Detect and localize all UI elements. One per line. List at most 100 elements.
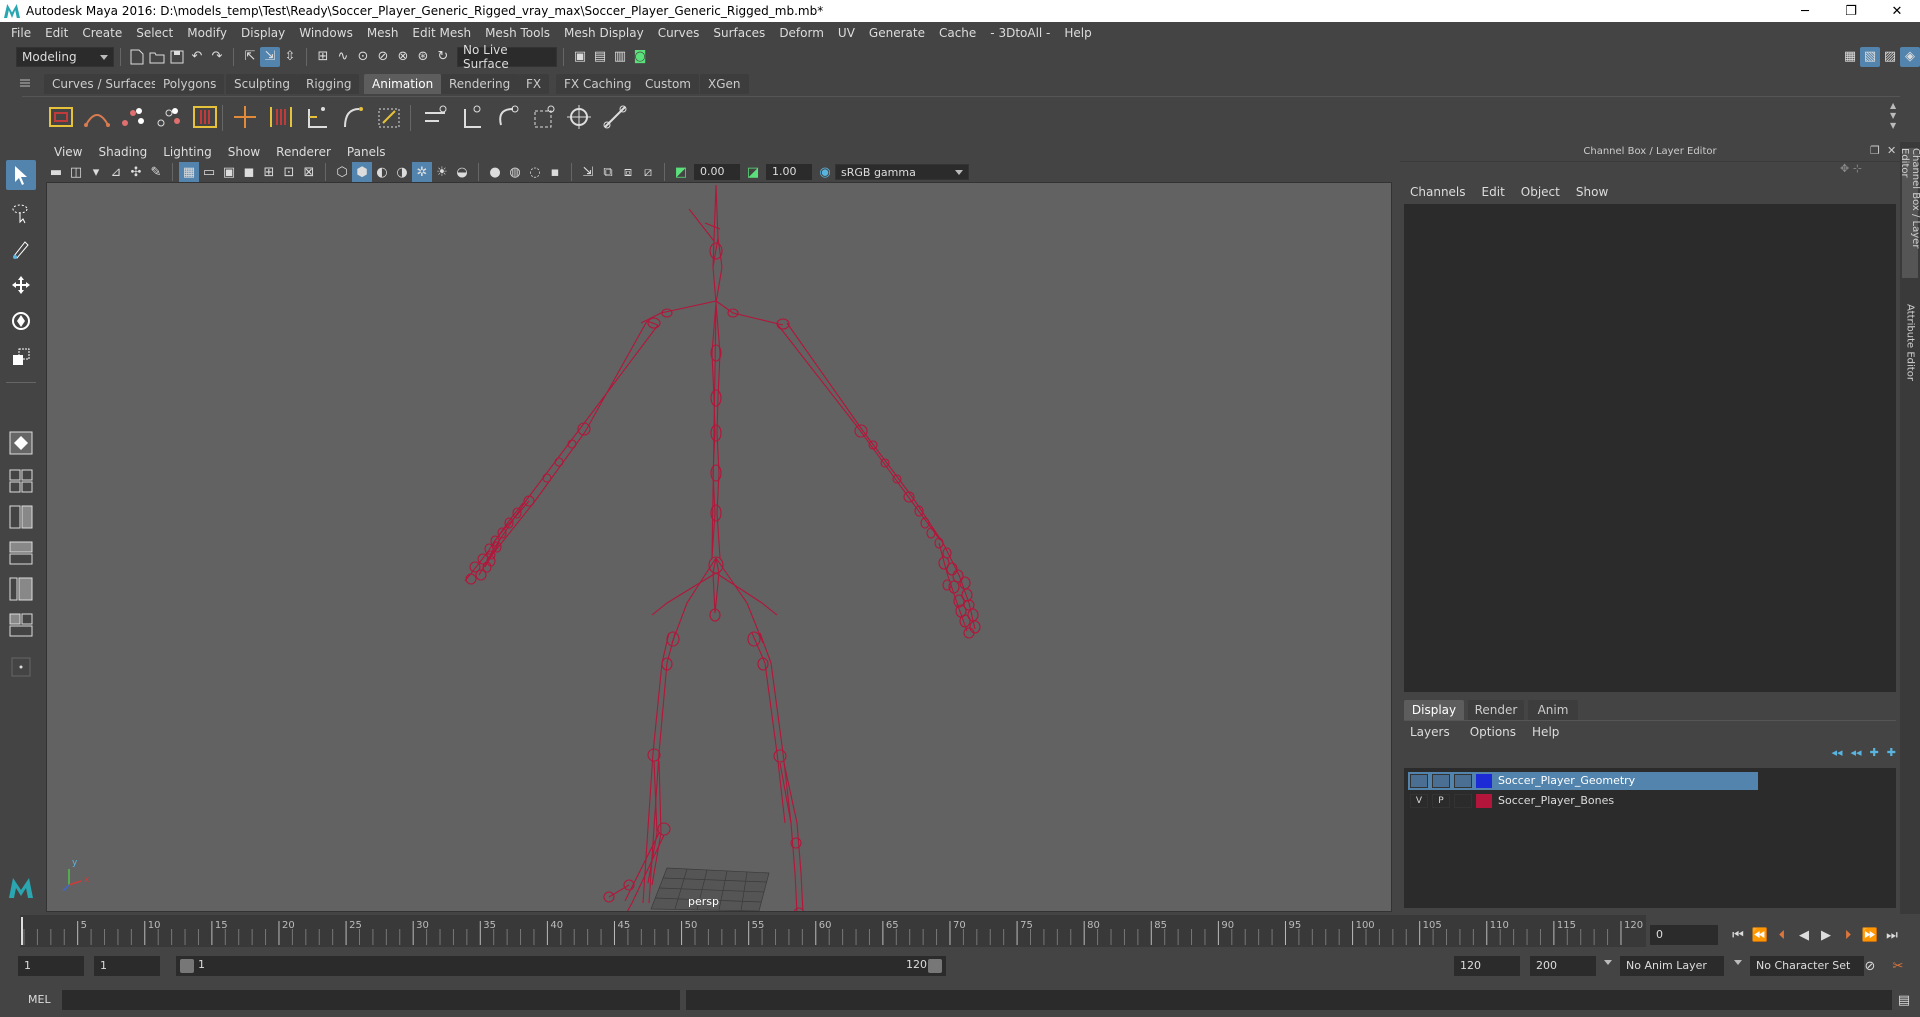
two-d-pan-zoom-icon[interactable]: ✣ xyxy=(126,162,146,182)
menu-display[interactable]: Display xyxy=(234,26,292,40)
viewport-menu-panels[interactable]: Panels xyxy=(339,145,394,159)
color-management-icon[interactable]: ◉ xyxy=(815,162,835,182)
anim-layer-dropdown[interactable]: No Anim Layer xyxy=(1620,956,1724,976)
orient-constraint-icon[interactable] xyxy=(492,102,522,132)
float-panel-icon[interactable]: ❐ xyxy=(1870,144,1880,157)
lasso-tool-icon[interactable] xyxy=(6,198,36,228)
move-layer-down-icon[interactable]: ◂◂ xyxy=(1851,746,1862,764)
range-end-handle[interactable] xyxy=(928,959,942,973)
new-layer-from-selection-icon[interactable]: ✚ xyxy=(1887,746,1896,764)
move-layer-up-icon[interactable]: ◂◂ xyxy=(1831,746,1842,764)
channel-box-menu-edit[interactable]: Edit xyxy=(1474,185,1513,199)
new-empty-layer-icon[interactable]: ✚ xyxy=(1870,746,1879,764)
three-pane-layout-icon[interactable] xyxy=(6,574,36,604)
gamma-icon[interactable]: ◪ xyxy=(743,162,763,182)
history-icon[interactable]: ↻ xyxy=(433,47,453,67)
time-slider[interactable]: 5 10 15 20 25 30 35 40 45 50 55 60 65 70 75 80 85 90 95 100… xyxy=(20,915,1646,947)
tab-fx[interactable]: FX xyxy=(518,74,550,94)
save-scene-icon[interactable] xyxy=(167,47,187,67)
tab-sculpting[interactable]: Sculpting xyxy=(226,74,299,94)
playback-end-field[interactable]: 120 xyxy=(1454,956,1520,976)
tab-fx-caching[interactable]: FX Caching xyxy=(556,74,640,94)
menu-mesh-display[interactable]: Mesh Display xyxy=(557,26,651,40)
layer-visibility-toggle[interactable]: V xyxy=(1410,794,1428,808)
select-by-object-icon[interactable]: ⇲ xyxy=(260,46,280,67)
snap-surface-icon[interactable]: ⊗ xyxy=(393,47,413,67)
grease-pencil-icon[interactable]: ✎ xyxy=(146,162,166,182)
skeleton-rig[interactable] xyxy=(47,183,1392,912)
step-forward-frame-icon[interactable]: ⏵ xyxy=(1838,925,1858,945)
tab-curves-surfaces[interactable]: Curves / Surfaces xyxy=(44,74,166,94)
layer-color-swatch[interactable] xyxy=(1476,774,1492,788)
menu-file[interactable]: File xyxy=(4,26,38,40)
animation-end-field[interactable]: 200 xyxy=(1530,956,1596,976)
layer-tab-display[interactable]: Display xyxy=(1404,700,1464,720)
side-tab-channel-box[interactable]: Channel Box / Layer Editor xyxy=(1899,148,1920,278)
snap-grid-icon[interactable]: ⊞ xyxy=(313,47,333,67)
paint-select-tool-icon[interactable] xyxy=(6,234,36,264)
layer-name[interactable]: Soccer_Player_Geometry xyxy=(1498,774,1635,787)
step-back-frame-icon[interactable]: ⏴ xyxy=(1772,925,1792,945)
render-frame-icon[interactable]: ▤ xyxy=(590,47,610,67)
channel-box-menu-show[interactable]: Show xyxy=(1568,185,1616,199)
layer-playback-toggle[interactable]: P xyxy=(1432,794,1450,808)
paint-weights-icon[interactable] xyxy=(338,102,368,132)
color-space-dropdown[interactable]: sRGB gamma xyxy=(835,164,969,180)
menu-cache[interactable]: Cache xyxy=(932,26,983,40)
perspective-viewport[interactable]: y x persp xyxy=(46,182,1392,912)
channel-box-tools-icons[interactable]: ✥ ⊹ xyxy=(1840,162,1890,180)
chevron-down-icon[interactable] xyxy=(1604,960,1612,965)
menu-3dtoall[interactable]: - 3DtoAll - xyxy=(983,26,1057,40)
menu-set-dropdown[interactable]: Modeling xyxy=(16,46,114,67)
snap-point-icon[interactable]: ⊙ xyxy=(353,47,373,67)
ambient-occlusion-icon[interactable]: ● xyxy=(485,162,505,182)
menu-surfaces[interactable]: Surfaces xyxy=(706,26,772,40)
xray-joints-icon[interactable]: ✲ xyxy=(412,162,432,182)
layer-row[interactable]: Soccer_Player_Geometry xyxy=(1408,772,1758,790)
scale-constraint-icon[interactable] xyxy=(528,102,558,132)
aim-constraint-icon[interactable] xyxy=(564,102,594,132)
select-by-hierarchy-icon[interactable]: ⇱ xyxy=(240,47,260,67)
backface-culling-icon[interactable]: ⧄ xyxy=(638,162,658,182)
safe-action-icon[interactable]: ⊡ xyxy=(279,162,299,182)
depth-of-field-icon[interactable]: ▪ xyxy=(545,162,565,182)
bind-skin-icon[interactable] xyxy=(302,102,332,132)
hypershade-icon[interactable]: ◙ xyxy=(630,47,650,67)
command-input[interactable] xyxy=(62,990,680,1010)
play-forward-icon[interactable]: ▶ xyxy=(1816,925,1836,945)
constraint-icon[interactable] xyxy=(374,102,404,132)
menu-curves[interactable]: Curves xyxy=(651,26,707,40)
gate-mask-icon[interactable]: ◼ xyxy=(239,162,259,182)
menu-edit-mesh[interactable]: Edit Mesh xyxy=(405,26,478,40)
two-pane-stacked-layout-icon[interactable] xyxy=(6,538,36,568)
scale-tool-icon[interactable] xyxy=(6,342,36,372)
menu-select[interactable]: Select xyxy=(129,26,180,40)
select-by-component-icon[interactable]: ⇳ xyxy=(280,47,300,67)
use-all-lights-icon[interactable]: ☀ xyxy=(432,162,452,182)
new-scene-icon[interactable] xyxy=(127,47,147,67)
layer-menu-help[interactable]: Help xyxy=(1526,725,1565,739)
playback-start-field[interactable]: 1 xyxy=(94,956,160,976)
layer-menu-options[interactable]: Options xyxy=(1460,725,1526,739)
close-button[interactable]: ✕ xyxy=(1874,0,1920,22)
layer-visibility-toggle[interactable] xyxy=(1410,774,1428,788)
menu-help[interactable]: Help xyxy=(1057,26,1098,40)
safe-title-icon[interactable]: ⊠ xyxy=(299,162,319,182)
tab-xgen[interactable]: XGen xyxy=(700,74,749,94)
menu-create[interactable]: Create xyxy=(75,26,129,40)
character-set-dropdown[interactable]: No Character Set xyxy=(1750,956,1864,976)
wireframe-icon[interactable]: ⬡ xyxy=(332,162,352,182)
tab-animation[interactable]: Animation xyxy=(364,74,442,94)
chevron-down-icon[interactable] xyxy=(1734,960,1742,965)
go-to-end-icon[interactable]: ⏭ xyxy=(1882,925,1902,945)
snap-view-plane-icon[interactable]: ⊘ xyxy=(373,47,393,67)
viewport-menu-view[interactable]: View xyxy=(46,145,90,159)
panel-layout-icon[interactable]: ▧ xyxy=(1860,46,1880,67)
lattice-points-icon[interactable] xyxy=(154,102,184,132)
motion-blur-icon[interactable]: ◍ xyxy=(505,162,525,182)
command-language-label[interactable]: MEL xyxy=(28,993,51,1006)
layout-switch-icon[interactable]: ▨ xyxy=(1880,47,1900,67)
select-tool-icon[interactable] xyxy=(6,160,36,190)
channel-list[interactable] xyxy=(1404,204,1896,692)
shadows-icon[interactable]: ◒ xyxy=(452,162,472,182)
